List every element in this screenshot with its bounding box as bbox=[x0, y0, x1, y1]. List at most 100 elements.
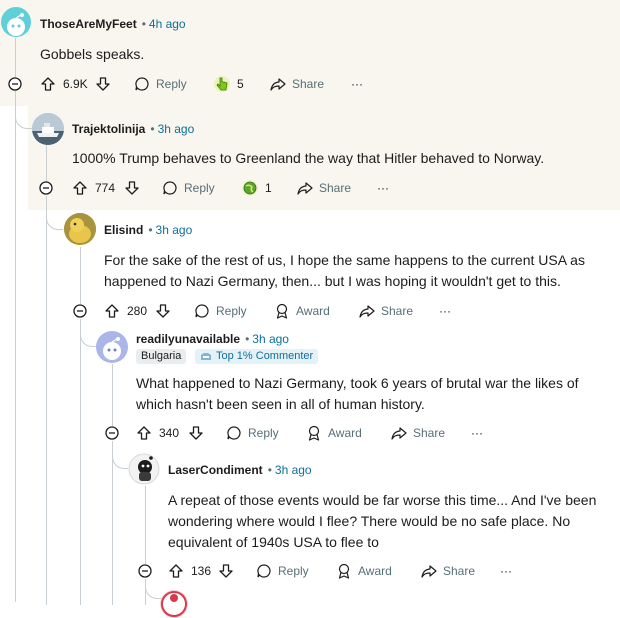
user-avatar[interactable] bbox=[160, 590, 188, 618]
comment-meta: Trajektolinija • 3h ago bbox=[72, 121, 194, 137]
award-button[interactable]: Award bbox=[274, 301, 330, 321]
separator-dot: • bbox=[148, 223, 153, 237]
award-button[interactable]: Award bbox=[336, 561, 392, 581]
user-avatar[interactable] bbox=[1, 7, 31, 37]
snoo-avatar-icon bbox=[7, 13, 25, 36]
comment-body: What happened to Nazi Germany, took 6 ye… bbox=[136, 373, 579, 415]
downvote-arrow-icon bbox=[219, 564, 233, 578]
comment-author[interactable]: Elisind bbox=[104, 223, 143, 237]
collapse-thread-icon[interactable] bbox=[105, 426, 119, 440]
collapse-thread-icon[interactable] bbox=[73, 304, 87, 318]
reply-button[interactable]: Reply bbox=[134, 74, 187, 94]
thread-elbow bbox=[80, 320, 97, 347]
more-options-button[interactable]: ··· bbox=[351, 74, 363, 94]
ship-photo-avatar-icon bbox=[32, 113, 64, 145]
share-button[interactable]: Share bbox=[421, 561, 475, 581]
downvote-arrow-icon bbox=[156, 304, 170, 318]
comment-bubble-icon bbox=[163, 181, 177, 195]
collapse-thread-icon[interactable] bbox=[138, 564, 152, 578]
share-button[interactable]: Share bbox=[297, 178, 351, 198]
comment-body: Gobbels speaks. bbox=[40, 44, 144, 65]
more-options-button[interactable]: ··· bbox=[500, 561, 512, 581]
vote-count: 6.9K bbox=[63, 77, 88, 91]
comment-author[interactable]: Trajektolinija bbox=[72, 122, 145, 136]
comment-time[interactable]: 3h ago bbox=[252, 332, 289, 346]
user-avatar[interactable] bbox=[128, 453, 160, 485]
comment-author[interactable]: LaserCondiment bbox=[168, 463, 263, 477]
comment-time[interactable]: 3h ago bbox=[158, 122, 195, 136]
user-avatar[interactable] bbox=[64, 213, 96, 245]
comment-time[interactable]: 3h ago bbox=[275, 463, 312, 477]
comment-time[interactable]: 3h ago bbox=[156, 223, 193, 237]
award-button[interactable]: 5 bbox=[212, 74, 244, 94]
collapse-thread-icon[interactable] bbox=[8, 77, 22, 91]
share-button[interactable]: Share bbox=[359, 301, 413, 321]
thread-line bbox=[80, 247, 81, 304]
share-arrow-icon bbox=[297, 182, 313, 195]
comment-body-line: 1000% Trump behaves to Greenland the way… bbox=[72, 150, 545, 166]
comment-body-line: For the sake of the rest of us, I hope t… bbox=[104, 252, 585, 268]
upvote-button[interactable] bbox=[40, 74, 56, 94]
comment-author[interactable]: ThoseAreMyFeet bbox=[40, 17, 137, 31]
upvote-arrow-icon bbox=[41, 77, 55, 91]
thread-elbow bbox=[112, 442, 129, 469]
separator-dot: • bbox=[150, 122, 155, 136]
comment-body: A repeat of those events would be far wo… bbox=[168, 490, 596, 553]
share-label: Share bbox=[292, 77, 325, 91]
more-options-button[interactable]: ··· bbox=[471, 423, 483, 443]
reply-label: Reply bbox=[278, 564, 309, 578]
separator-dot: • bbox=[141, 17, 146, 31]
reply-button[interactable]: Reply bbox=[226, 423, 279, 443]
thread-elbow bbox=[15, 100, 32, 129]
comment-body-line: happened to Nazi Germany, then... but I … bbox=[104, 273, 561, 289]
downvote-button[interactable] bbox=[95, 74, 111, 94]
award-hand-icon bbox=[214, 76, 230, 92]
more-options-button[interactable]: ··· bbox=[439, 301, 451, 321]
award-count: 5 bbox=[237, 77, 244, 91]
upvote-button[interactable] bbox=[104, 301, 120, 321]
comment-body-line: Gobbels speaks. bbox=[40, 46, 145, 62]
comment-meta: LaserCondiment • 3h ago bbox=[168, 462, 312, 478]
reply-button[interactable]: Reply bbox=[162, 178, 215, 198]
duckling-photo-avatar-icon bbox=[64, 213, 96, 245]
award-button[interactable]: Award bbox=[306, 423, 362, 443]
comment-bubble-icon bbox=[195, 304, 209, 318]
user-avatar[interactable] bbox=[32, 113, 64, 145]
vote-count: 136 bbox=[191, 564, 212, 578]
separator-dot: • bbox=[245, 332, 250, 346]
snoo-avatar-icon bbox=[161, 591, 187, 617]
more-options-button[interactable]: ··· bbox=[377, 178, 389, 198]
downvote-button[interactable] bbox=[124, 178, 140, 198]
upvote-button[interactable] bbox=[168, 561, 184, 581]
comment-body-line: which hasn't been seen in all of human h… bbox=[136, 396, 425, 412]
award-ribbon-icon bbox=[338, 563, 350, 579]
award-ribbon-icon bbox=[276, 303, 288, 319]
downvote-button[interactable] bbox=[155, 301, 171, 321]
reply-button[interactable]: Reply bbox=[194, 301, 247, 321]
downvote-button[interactable] bbox=[188, 423, 204, 443]
share-button[interactable]: Share bbox=[391, 423, 445, 443]
collapse-thread-icon[interactable] bbox=[39, 181, 53, 195]
award-ribbon-icon bbox=[308, 425, 320, 441]
comment-meta: Elisind • 3h ago bbox=[104, 222, 192, 238]
thread-line bbox=[145, 486, 146, 564]
reply-button[interactable]: Reply bbox=[256, 561, 309, 581]
comment-body-line: A repeat of those events would be far wo… bbox=[168, 492, 597, 508]
comment-time[interactable]: 4h ago bbox=[149, 17, 186, 31]
downvote-button[interactable] bbox=[218, 561, 234, 581]
comment-bubble-icon bbox=[135, 77, 149, 91]
upvote-arrow-icon bbox=[169, 564, 183, 578]
share-arrow-icon bbox=[359, 305, 375, 318]
award-button[interactable]: 1 bbox=[240, 178, 272, 198]
share-arrow-icon bbox=[391, 427, 407, 440]
reply-label: Reply bbox=[184, 181, 215, 195]
comment-author[interactable]: readilyunavailable bbox=[136, 332, 240, 346]
upvote-arrow-icon bbox=[137, 426, 151, 440]
comment-bubble-icon bbox=[227, 426, 241, 440]
award-count: 1 bbox=[265, 181, 272, 195]
upvote-button[interactable] bbox=[136, 423, 152, 443]
share-button[interactable]: Share bbox=[270, 74, 324, 94]
user-avatar[interactable] bbox=[96, 331, 128, 363]
upvote-button[interactable] bbox=[72, 178, 88, 198]
comment-body: For the sake of the rest of us, I hope t… bbox=[104, 250, 585, 292]
